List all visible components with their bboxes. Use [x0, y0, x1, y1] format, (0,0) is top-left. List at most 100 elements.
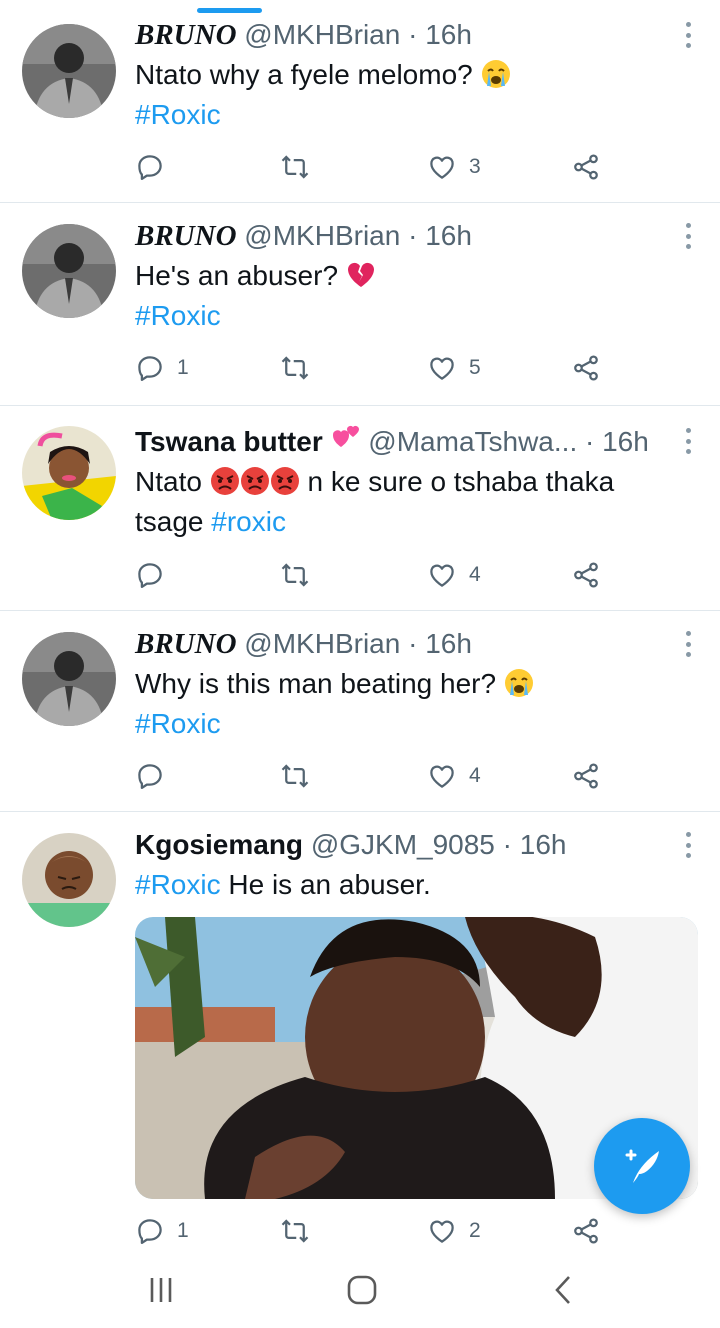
timestamp[interactable]: 16h [425, 19, 472, 50]
heart-icon [430, 357, 454, 380]
home-button[interactable] [342, 1270, 382, 1310]
display-name[interactable]: BRUNO [135, 220, 237, 252]
like-count: 3 [469, 155, 481, 178]
like-button[interactable]: 2 [427, 1214, 481, 1248]
reply-button[interactable] [135, 558, 177, 592]
avatar[interactable] [22, 833, 116, 927]
home-icon [347, 1275, 377, 1305]
share-button[interactable] [571, 150, 601, 184]
share-icon [574, 562, 598, 588]
like-button[interactable]: 4 [427, 759, 481, 793]
like-button[interactable]: 3 [427, 150, 481, 184]
reply-icon [138, 563, 162, 588]
recent-apps-button[interactable] [141, 1270, 181, 1310]
tweet-text: Why is this man beating her? #Roxic [135, 664, 680, 744]
separator-dot: · [408, 628, 418, 659]
more-vertical-icon[interactable] [684, 428, 692, 454]
separator-dot: · [502, 829, 512, 860]
retweet-button[interactable] [280, 351, 310, 385]
tweet-body: Ntato [135, 466, 202, 497]
more-vertical-icon[interactable] [684, 223, 692, 249]
tweet-actions: 1 2 [135, 1214, 615, 1248]
back-icon [555, 1276, 570, 1304]
user-handle[interactable]: @MamaTshwa... [368, 426, 577, 457]
timestamp[interactable]: 16h [602, 426, 649, 457]
tweet[interactable]: Tswana butter @MamaTshwa... · 16h Ntato … [0, 406, 720, 611]
share-button[interactable] [571, 351, 601, 385]
reply-icon [138, 1219, 162, 1244]
retweet-icon [281, 563, 309, 587]
timestamp[interactable]: 16h [425, 220, 472, 251]
two-hearts-emoji-icon [332, 425, 359, 447]
tweet-actions: 1 5 [135, 351, 615, 385]
angry-face-emoji-icon [270, 467, 299, 495]
avatar[interactable] [22, 426, 116, 520]
display-name[interactable]: BRUNO [135, 628, 237, 660]
broken-heart-emoji-icon [347, 262, 374, 287]
avatar[interactable] [22, 632, 116, 726]
tweet-actions: 3 [135, 150, 615, 184]
hashtag-link[interactable]: #Roxic [135, 869, 221, 900]
retweet-button[interactable] [280, 1214, 310, 1248]
share-button[interactable] [571, 1214, 601, 1248]
tweet-body-continued: n ke sure o tshaba thaka [307, 466, 615, 497]
tweet-body-end: tsage [135, 506, 204, 537]
tweet[interactable]: BRUNO @MKHBrian · 16h Ntato why a fyele … [0, 0, 720, 203]
user-handle[interactable]: @MKHBrian [244, 19, 400, 50]
display-name[interactable]: Tswana butter [135, 426, 323, 457]
tweet-body: Why is this man beating her? [135, 668, 497, 699]
hashtag-link[interactable]: #Roxic [135, 300, 221, 331]
display-name[interactable]: Kgosiemang [135, 829, 303, 860]
timestamp[interactable]: 16h [425, 628, 472, 659]
like-count: 4 [469, 764, 481, 787]
user-handle[interactable]: @MKHBrian [244, 628, 400, 659]
tweet-actions: 4 [135, 759, 615, 793]
tweet-body: He is an abuser. [228, 869, 431, 900]
like-button[interactable]: 5 [427, 351, 481, 385]
like-count: 2 [469, 1219, 481, 1242]
avatar[interactable] [22, 24, 116, 118]
like-button[interactable]: 4 [427, 558, 481, 592]
share-button[interactable] [571, 558, 601, 592]
retweet-icon [281, 1219, 309, 1243]
tweet[interactable]: BRUNO @MKHBrian · 16h He's an abuser? #R… [0, 203, 720, 406]
more-vertical-icon[interactable] [684, 22, 692, 48]
heart-icon [430, 1220, 454, 1243]
retweet-icon [281, 155, 309, 179]
compose-tweet-button[interactable] [594, 1118, 690, 1214]
user-handle[interactable]: @GJKM_9085 [311, 829, 495, 860]
back-button[interactable] [544, 1270, 584, 1310]
share-icon [574, 355, 598, 381]
hashtag-link[interactable]: #Roxic [135, 708, 221, 739]
timestamp[interactable]: 16h [520, 829, 567, 860]
reply-button[interactable]: 1 [135, 351, 189, 385]
user-handle[interactable]: @MKHBrian [244, 220, 400, 251]
hashtag-link[interactable]: #Roxic [135, 99, 221, 130]
hashtag-link[interactable]: #roxic [211, 506, 286, 537]
more-vertical-icon[interactable] [684, 631, 692, 657]
avatar[interactable] [22, 224, 116, 318]
tweet-body: Ntato why a fyele melomo? [135, 59, 473, 90]
display-name[interactable]: BRUNO [135, 19, 237, 51]
retweet-button[interactable] [280, 558, 310, 592]
tweet-text: Ntato why a fyele melomo? #Roxic [135, 55, 680, 135]
tweet[interactable]: BRUNO @MKHBrian · 16h Why is this man be… [0, 611, 720, 812]
retweet-button[interactable] [280, 759, 310, 793]
tweet-header: BRUNO @MKHBrian · 16h [135, 15, 680, 55]
share-button[interactable] [571, 759, 601, 793]
retweet-icon [281, 356, 309, 380]
retweet-button[interactable] [280, 150, 310, 184]
recent-apps-icon [150, 1278, 172, 1302]
reply-icon [138, 764, 162, 789]
share-icon [574, 763, 598, 789]
heart-icon [430, 156, 454, 179]
retweet-icon [281, 764, 309, 788]
separator-dot: · [585, 426, 595, 457]
angry-face-emoji-icon [210, 467, 239, 495]
separator-dot: · [408, 19, 418, 50]
reply-button[interactable]: 1 [135, 1214, 189, 1248]
more-vertical-icon[interactable] [684, 832, 692, 858]
reply-button[interactable] [135, 759, 177, 793]
tweet-text: He's an abuser? #Roxic [135, 256, 680, 336]
reply-button[interactable] [135, 150, 177, 184]
